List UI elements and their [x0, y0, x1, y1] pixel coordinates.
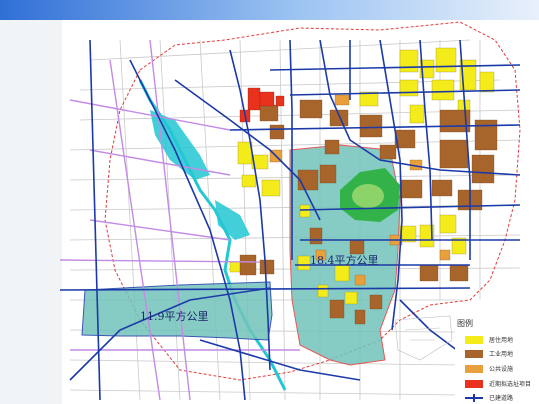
legend-swatch — [465, 335, 483, 344]
legend-label: 已建道路 — [489, 395, 514, 402]
park-core — [352, 184, 384, 208]
area-label-small: 11.9平方公里 — [140, 309, 209, 323]
slide: 18.4平方公里 11.9平方公里 图例 居住用地工业用地公共设施近期拟选址项目… — [0, 0, 539, 404]
map-outside-tint — [0, 20, 62, 404]
legend-item: 工业用地 — [465, 348, 513, 359]
legend: 图例 居住用地工业用地公共设施近期拟选址项目 已建道路 — [455, 316, 539, 404]
area-label-large: 18.4平方公里 — [310, 253, 379, 267]
legend-item: 居住用地 — [465, 334, 513, 345]
legend-label: 公共设施 — [489, 366, 514, 373]
legend-item: 近期拟选址项目 — [465, 378, 531, 389]
legend-label: 近期拟选址项目 — [489, 381, 532, 388]
legend-swatch — [465, 349, 483, 358]
legend-label: 居住用地 — [489, 337, 514, 344]
built-road-swatch — [465, 393, 483, 402]
legend-item: 公共设施 — [465, 363, 513, 374]
legend-title: 图例 — [457, 319, 473, 328]
legend-label: 工业用地 — [489, 351, 514, 358]
legend-swatch — [465, 364, 483, 373]
legend-swatch — [465, 379, 483, 388]
legend-item: 已建道路 — [465, 392, 513, 403]
